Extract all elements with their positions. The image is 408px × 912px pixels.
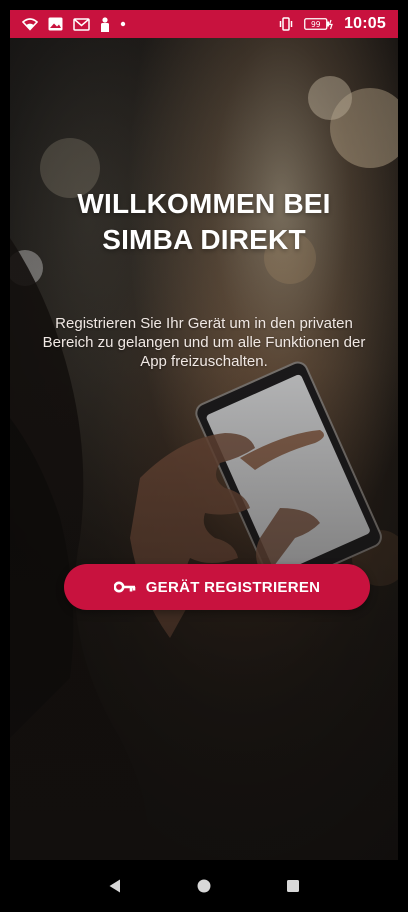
- battery-level: 99: [311, 20, 321, 29]
- home-icon: [197, 879, 211, 893]
- status-right: 99 10:05: [278, 15, 386, 33]
- battery-icon: 99: [304, 17, 334, 31]
- screen: 99 10:05 WILLKOMMEN BEI SIMBA DIREKT Reg…: [0, 0, 408, 912]
- recents-button[interactable]: [273, 866, 313, 906]
- wifi-icon: [22, 17, 38, 31]
- welcome-title: WILLKOMMEN BEI SIMBA DIREKT: [10, 186, 398, 258]
- vibrate-icon: [278, 17, 294, 31]
- status-time: 10:05: [344, 15, 386, 32]
- gmail-icon: [73, 17, 90, 31]
- back-icon: [109, 879, 120, 893]
- welcome-subtitle-line-2: Bereich zu gelangen und um alle Funktion…: [42, 334, 366, 351]
- status-bar: 99 10:05: [10, 10, 398, 38]
- status-left: [22, 16, 126, 32]
- welcome-subtitle-line-3: App freizuschalten.: [140, 353, 268, 370]
- hero-background: WILLKOMMEN BEI SIMBA DIREKT Registrieren…: [10, 38, 398, 860]
- welcome-subtitle: Registrieren Sie Ihr Gerät um in den pri…: [34, 314, 374, 371]
- home-button[interactable]: [184, 866, 224, 906]
- back-button[interactable]: [95, 866, 135, 906]
- welcome-title-line-2: SIMBA DIREKT: [102, 224, 306, 255]
- register-device-label: GERÄT REGISTRIEREN: [145, 578, 321, 596]
- hero-image: [10, 76, 398, 860]
- person-icon: [100, 16, 110, 32]
- register-device-button[interactable]: GERÄT REGISTRIEREN: [64, 564, 370, 610]
- image-icon: [48, 17, 63, 31]
- navigation-bar: [10, 860, 398, 912]
- dot-icon: [120, 21, 126, 27]
- welcome-title-line-1: WILLKOMMEN BEI: [77, 188, 331, 219]
- key-icon: [113, 581, 136, 593]
- welcome-subtitle-line-1: Registrieren Sie Ihr Gerät um in den pri…: [55, 315, 353, 332]
- recents-icon: [287, 880, 300, 892]
